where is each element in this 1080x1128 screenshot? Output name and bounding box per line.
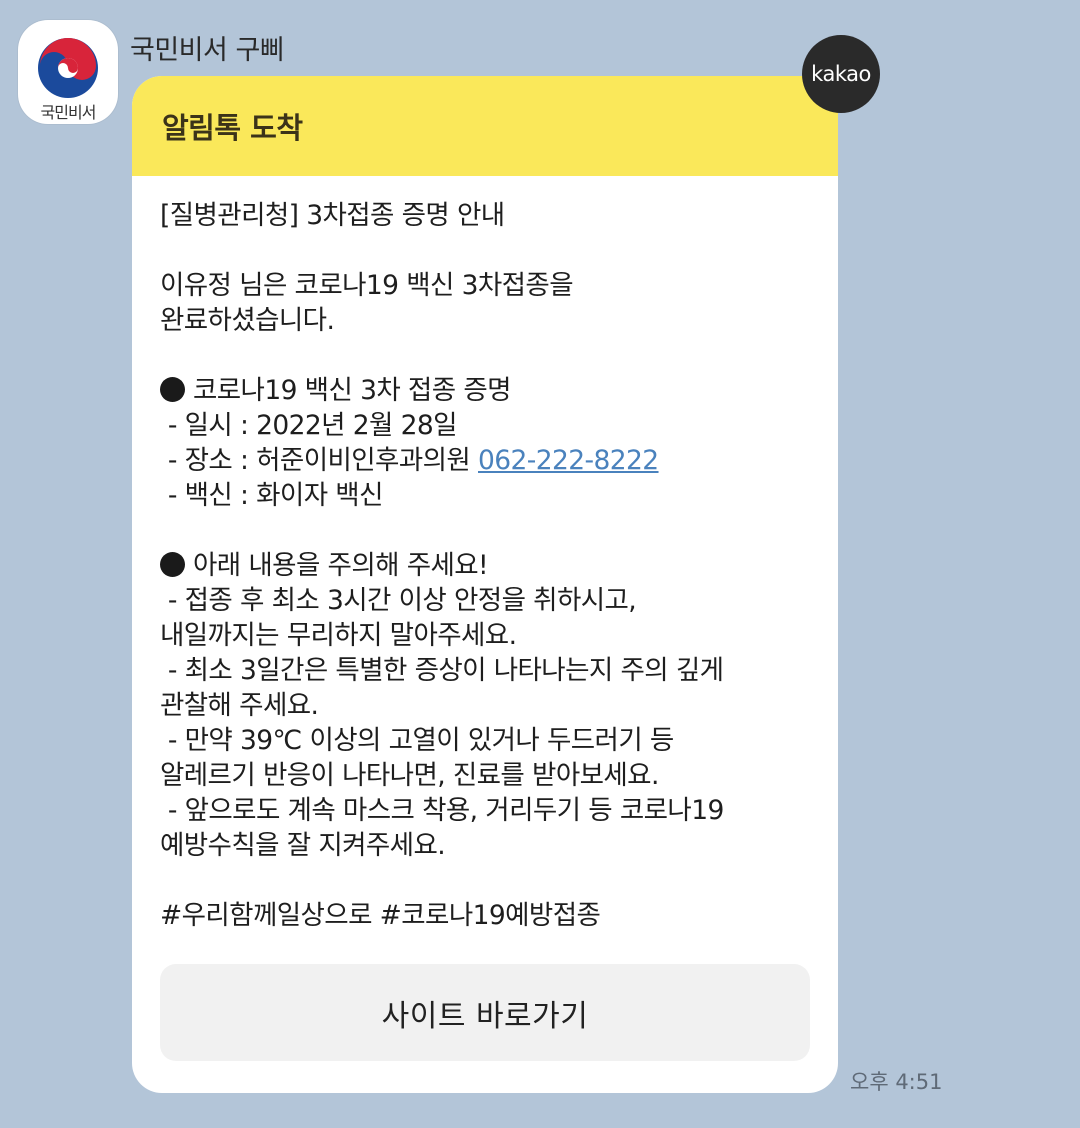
message-line: 아래 내용을 주의해 주세요! <box>160 548 810 583</box>
message-bubble: 알림톡 도착 [질병관리청] 3차접종 증명 안내 이유정 님은 코로나19 백… <box>132 76 838 1093</box>
filled-circle-icon <box>160 377 185 402</box>
message-body: [질병관리청] 3차접종 증명 안내 이유정 님은 코로나19 백신 3차접종을… <box>132 176 838 933</box>
sender-name: 국민비서 구삐 <box>130 35 285 66</box>
section-title: 아래 내용을 주의해 주세요! <box>193 550 489 581</box>
message-line: 관찰해 주세요. <box>160 690 319 721</box>
phone-link[interactable]: 062-222-8222 <box>478 445 659 476</box>
message-time: 오후 4:51 <box>850 1070 943 1094</box>
message-line: - 최소 3일간은 특별한 증상이 나타나는지 주의 깊게 <box>160 655 724 686</box>
site-link-button[interactable]: 사이트 바로가기 <box>160 964 810 1061</box>
place-text: - 장소 : 허준이비인후과의원 <box>160 445 478 476</box>
sender-avatar[interactable]: 국민비서 <box>18 20 118 124</box>
message-line: 코로나19 백신 3차 접종 증명 <box>160 373 810 408</box>
filled-circle-icon <box>160 552 185 577</box>
hashtag-line: #우리함께일상으로 #코로나19예방접종 <box>160 900 601 931</box>
message-line: 알레르기 반응이 나타나면, 진료를 받아보세요. <box>160 760 659 791</box>
message-line: 예방수칙을 잘 지켜주세요. <box>160 830 446 861</box>
message-line: - 앞으로도 계속 마스크 착용, 거리두기 등 코로나19 <box>160 795 725 826</box>
avatar-label: 국민비서 <box>40 103 97 122</box>
kakao-badge: kakao <box>802 35 880 113</box>
message-line: [질병관리청] 3차접종 증명 안내 <box>160 200 505 231</box>
message-line: - 만약 39℃ 이상의 고열이 있거나 두드러기 등 <box>160 725 675 756</box>
message-line: 내일까지는 무리하지 말아주세요. <box>160 620 517 651</box>
message-line: 완료하셨습니다. <box>160 305 335 336</box>
message-line: - 백신 : 화이자 백신 <box>160 480 384 511</box>
message-header: 알림톡 도착 <box>132 76 838 176</box>
message-line: - 접종 후 최소 3시간 이상 안정을 취하시고, <box>160 585 637 616</box>
section-title: 코로나19 백신 3차 접종 증명 <box>193 375 511 406</box>
message-line: - 일시 : 2022년 2월 28일 <box>160 410 458 441</box>
message-line: 이유정 님은 코로나19 백신 3차접종을 <box>160 270 574 301</box>
message-line: - 장소 : 허준이비인후과의원 062-222-8222 <box>160 443 810 478</box>
korea-emblem-icon <box>38 38 98 98</box>
